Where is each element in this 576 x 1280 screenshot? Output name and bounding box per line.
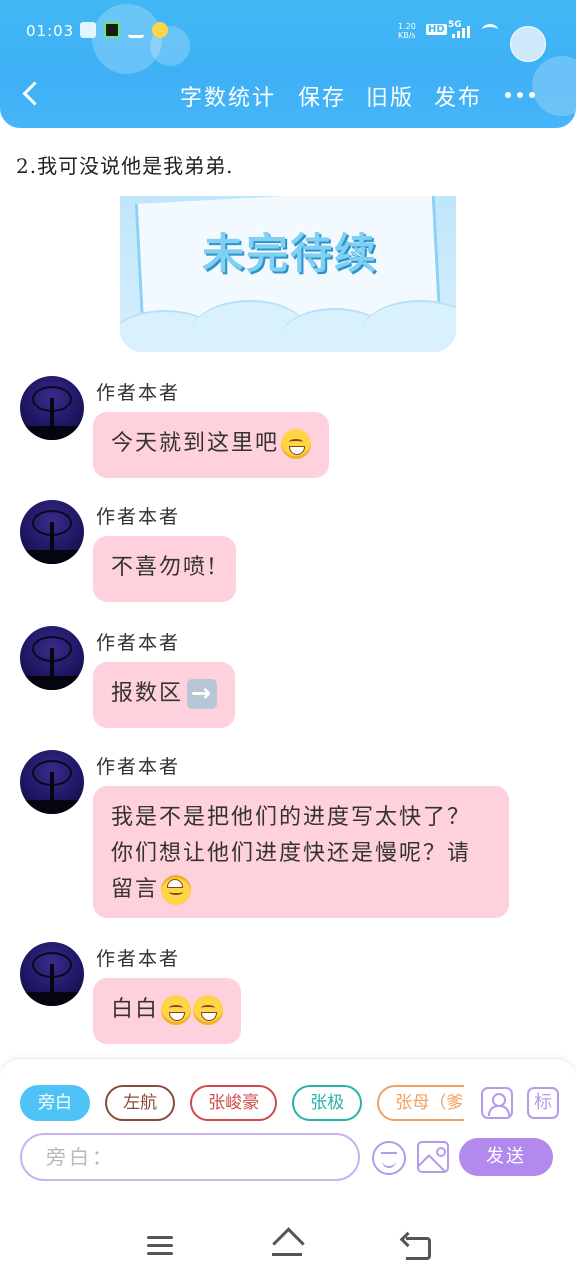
author-avatar[interactable] bbox=[20, 942, 84, 1006]
role-chip[interactable]: 左航 bbox=[105, 1085, 176, 1121]
user-avatar[interactable] bbox=[510, 26, 546, 62]
author-name: 作者本者 bbox=[96, 506, 181, 528]
message-bubble[interactable]: 不喜勿喷! bbox=[93, 536, 236, 602]
message-text: 报数区 bbox=[111, 681, 184, 706]
status-bar: 01:03 1.20 KB/s HD 5G bbox=[0, 14, 576, 62]
message-bubble[interactable]: 白白 bbox=[93, 978, 242, 1044]
emoji-picker-icon[interactable] bbox=[372, 1141, 406, 1175]
to-be-continued-banner: 未完待续 bbox=[120, 196, 456, 352]
old-version-button[interactable]: 旧版 bbox=[366, 80, 414, 112]
author-avatar[interactable] bbox=[20, 376, 84, 440]
crown-icon bbox=[128, 22, 144, 38]
upside-down-face-icon bbox=[161, 875, 192, 905]
author-name: 作者本者 bbox=[96, 382, 181, 404]
grinning-face-icon bbox=[161, 995, 192, 1025]
role-manage-icon[interactable] bbox=[481, 1087, 513, 1119]
mail-app-icon bbox=[80, 22, 96, 38]
author-avatar[interactable] bbox=[20, 626, 84, 690]
banner-text: 未完待续 bbox=[201, 229, 378, 278]
author-name: 作者本者 bbox=[96, 756, 181, 778]
send-button[interactable]: 发送 bbox=[459, 1138, 553, 1176]
signal-icon bbox=[452, 26, 474, 38]
mark-icon[interactable]: 标 bbox=[527, 1087, 559, 1119]
publish-button[interactable]: 发布 bbox=[434, 80, 482, 112]
image-upload-icon[interactable] bbox=[417, 1141, 449, 1173]
wifi-icon bbox=[482, 24, 498, 36]
message-text: 白白 bbox=[111, 997, 160, 1022]
system-nav-bar bbox=[0, 1214, 576, 1280]
network-speed: 1.20 KB/s bbox=[398, 22, 416, 40]
message-text: 不喜勿喷! bbox=[111, 555, 218, 580]
grinning-face-icon bbox=[193, 995, 224, 1025]
role-chip[interactable]: 张峻豪 bbox=[190, 1085, 278, 1121]
top-header: 01:03 1.20 KB/s HD 5G 字数统计 保存 旧版 发布 bbox=[0, 0, 576, 128]
banner-clouds bbox=[120, 300, 456, 352]
word-count-button[interactable]: 字数统计 bbox=[180, 80, 276, 112]
message-text: 今天就到这里吧 bbox=[111, 431, 280, 456]
status-time: 01:03 bbox=[26, 22, 75, 40]
author-avatar[interactable] bbox=[20, 500, 84, 564]
role-chip-narrator[interactable]: 旁白 bbox=[20, 1085, 90, 1121]
role-chip[interactable]: 张母（爹 bbox=[377, 1085, 464, 1121]
message-input[interactable]: 旁白： bbox=[20, 1133, 360, 1181]
navbar: 字数统计 保存 旧版 发布 bbox=[0, 68, 576, 124]
role-selector: 旁白 左航 张峻豪 张极 张母（爹 bbox=[20, 1085, 464, 1125]
more-dots-icon[interactable] bbox=[505, 90, 539, 100]
message-bubble[interactable]: 报数区 bbox=[93, 662, 236, 728]
narration-text: 2.我可没说他是我弟弟. bbox=[16, 154, 234, 178]
menu-icon[interactable] bbox=[147, 1234, 173, 1256]
weibo-icon bbox=[152, 22, 168, 38]
author-name: 作者本者 bbox=[96, 948, 181, 970]
message-bubble[interactable]: 我是不是把他们的进度写太快了？你们想让他们进度快还是慢呢？请留言 bbox=[93, 786, 509, 918]
back-icon[interactable] bbox=[402, 1234, 431, 1260]
app-notification-icon bbox=[104, 22, 120, 38]
save-button[interactable]: 保存 bbox=[298, 80, 346, 112]
right-arrow-icon bbox=[187, 675, 218, 711]
message-bubble[interactable]: 今天就到这里吧 bbox=[93, 412, 330, 478]
composer-panel: 旁白 左航 张峻豪 张极 张母（爹 标 旁白： 发送 bbox=[0, 1058, 576, 1214]
hd-indicator: HD bbox=[426, 24, 447, 35]
author-name: 作者本者 bbox=[96, 632, 181, 654]
role-chip[interactable]: 张极 bbox=[292, 1085, 363, 1121]
author-avatar[interactable] bbox=[20, 750, 84, 814]
home-icon[interactable] bbox=[272, 1232, 302, 1256]
grinning-face-icon bbox=[281, 429, 312, 459]
back-arrow-icon[interactable] bbox=[18, 80, 46, 110]
